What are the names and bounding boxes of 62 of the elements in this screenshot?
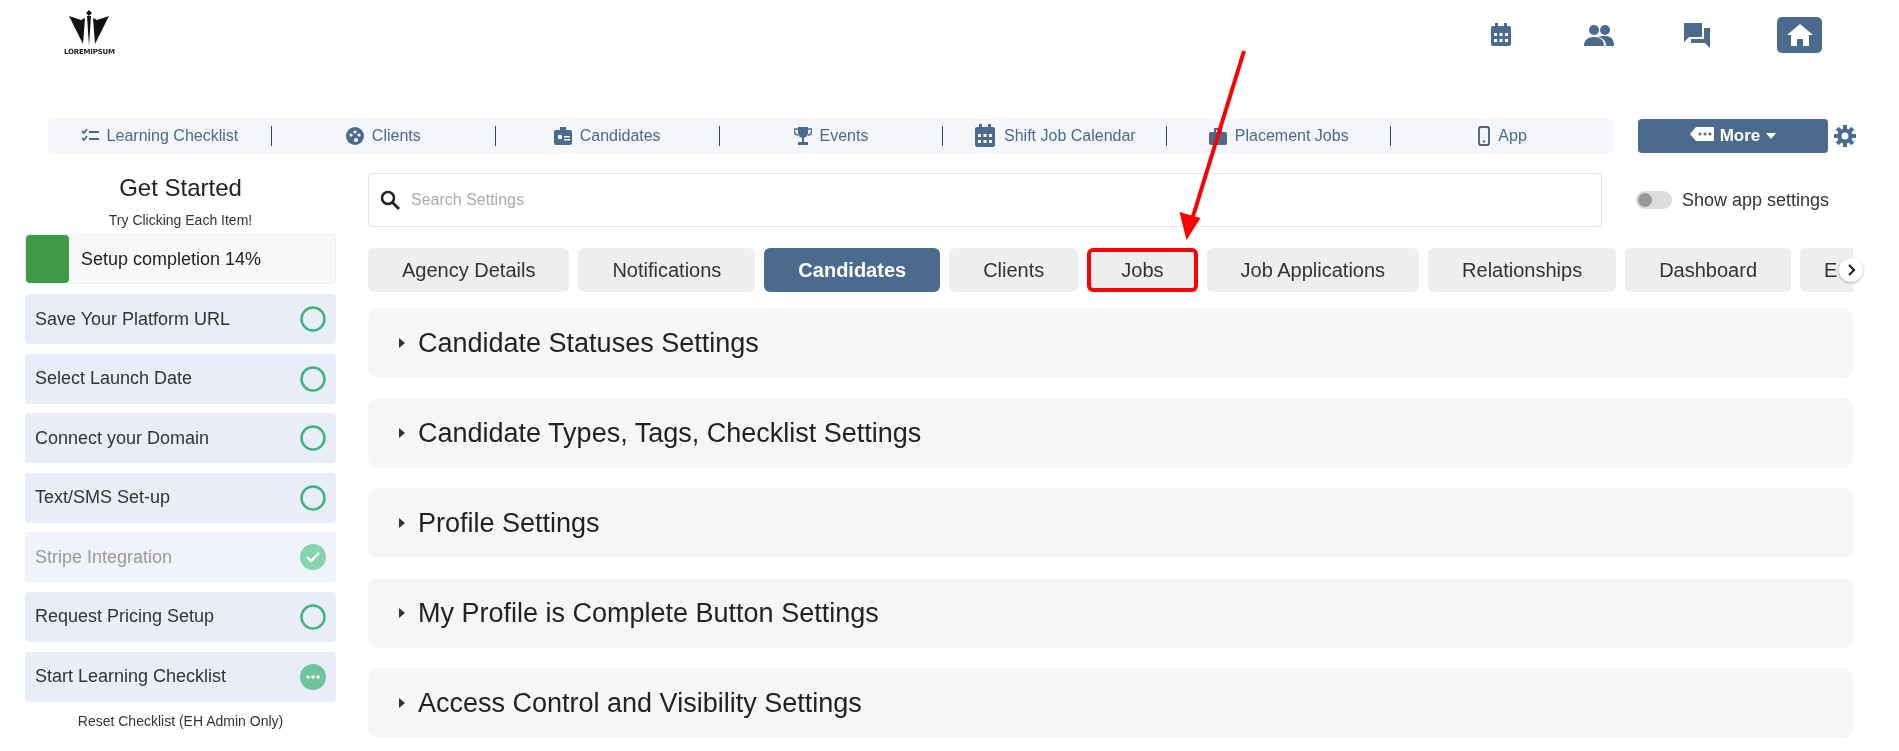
empty-circle-icon xyxy=(300,306,326,332)
dots-circle-icon xyxy=(300,663,326,690)
trophy-icon xyxy=(793,127,812,145)
section-title: My Profile is Complete Button Settings xyxy=(418,597,879,629)
empty-circle-icon xyxy=(300,603,326,630)
search-icon xyxy=(380,190,400,210)
panel-title: Get Started xyxy=(119,174,242,202)
calendar-icon xyxy=(1490,23,1512,47)
panel-subtitle: Try Clicking Each Item! xyxy=(108,212,253,228)
nav-link[interactable]: Placement Jobs xyxy=(1167,127,1391,145)
nav-link[interactable]: Events xyxy=(719,127,943,145)
nav-link[interactable]: App xyxy=(1391,126,1614,146)
settings-tab[interactable]: Clients xyxy=(949,248,1079,292)
empty-circle-icon xyxy=(300,365,326,392)
settings-icon[interactable] xyxy=(1834,125,1856,147)
settings-tab[interactable]: Notifications xyxy=(578,248,756,292)
caret-icon xyxy=(1766,133,1777,139)
checklist-item[interactable]: Start Learning Checklist xyxy=(25,651,336,702)
settings-tab[interactable]: Agency Details xyxy=(368,248,570,292)
settings-tab[interactable]: Job Applications xyxy=(1206,248,1420,292)
reset-link[interactable]: Reset Checklist (EH Admin Only) xyxy=(77,713,284,730)
id-badge-icon xyxy=(553,127,572,145)
next-arrow-button[interactable] xyxy=(1839,258,1863,282)
checklist-item[interactable]: Select Launch Date xyxy=(25,353,336,404)
toggle-switch[interactable] xyxy=(1636,191,1672,209)
empty-circle-icon xyxy=(300,425,326,452)
home-icon xyxy=(1786,24,1813,46)
toggle-label: Show app settings xyxy=(1682,189,1830,211)
calendar-icon xyxy=(974,124,997,148)
people-icon xyxy=(1584,24,1614,46)
settings-section[interactable]: Candidate Statuses Settings xyxy=(368,308,1853,378)
settings-section[interactable]: My Profile is Complete Button Settings xyxy=(368,578,1853,648)
section-title: Candidate Types, Tags, Checklist Settings xyxy=(418,417,922,449)
phone-icon xyxy=(1478,126,1491,146)
settings-tab[interactable]: Jobs xyxy=(1087,248,1198,292)
search-field[interactable]: Search Settings xyxy=(368,173,1602,227)
home-button[interactable] xyxy=(1777,17,1822,53)
checklist-item[interactable]: Connect your Domain xyxy=(25,413,336,464)
settings-tab[interactable]: Relationships xyxy=(1428,248,1617,292)
checklist-icon xyxy=(80,128,99,144)
nav-link[interactable]: Candidates xyxy=(495,127,719,145)
progress-label: Setup completion 14% xyxy=(81,248,262,270)
settings-tab[interactable]: Candidates xyxy=(764,248,941,292)
settings-tab[interactable]: Dashboard xyxy=(1625,248,1791,292)
checklist-item[interactable]: Text/SMS Set-up xyxy=(25,472,336,523)
chat-icon xyxy=(1683,22,1711,48)
empty-circle-icon xyxy=(300,484,326,511)
nav-link[interactable]: Clients xyxy=(271,127,495,145)
settings-section[interactable]: Profile Settings xyxy=(368,488,1853,558)
palette-icon xyxy=(345,127,364,145)
settings-section[interactable]: Access Control and Visibility Settings xyxy=(368,668,1853,738)
settings-section[interactable]: Candidate Types, Tags, Checklist Settings xyxy=(368,398,1853,468)
section-title: Candidate Statuses Settings xyxy=(418,327,759,359)
checklist-item[interactable]: Save Your Platform URL xyxy=(25,294,336,344)
section-title: Access Control and Visibility Settings xyxy=(418,687,862,719)
checklist-item[interactable]: Request Pricing Setup xyxy=(25,591,336,642)
logo-icon xyxy=(69,10,110,46)
check-circle-icon xyxy=(300,544,326,571)
nav-link[interactable]: Learning Checklist xyxy=(48,127,271,145)
more-button[interactable]: More xyxy=(1638,119,1828,153)
nav-link[interactable]: Shift Job Calendar xyxy=(943,124,1167,148)
section-title: Profile Settings xyxy=(418,507,600,539)
